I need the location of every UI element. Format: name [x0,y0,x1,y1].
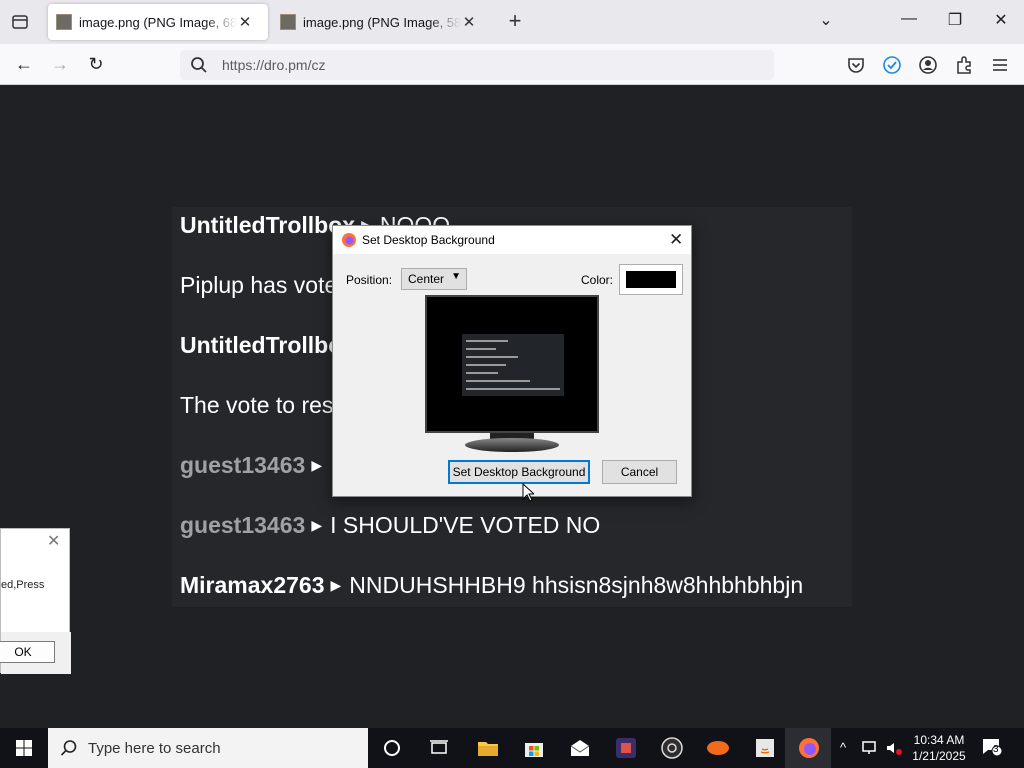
chat-message: UntitledTrollbox [180,332,355,359]
color-label: Color: [581,273,614,287]
tab-title: image.png (PNG Image, 682 × 474 pixels) [79,14,237,30]
taskbar-search[interactable]: Type here to search [48,728,368,768]
volume-muted-icon[interactable] [884,738,904,758]
back-icon[interactable]: ← [12,52,36,76]
file-explorer-icon[interactable] [476,736,500,760]
taskbar: Type here to search ^ 10:34 AM 1/21/2025… [0,728,1024,768]
close-icon[interactable]: ✕ [669,230,683,250]
set-desktop-background-dialog: Set Desktop Background ✕ Position: Cente… [332,225,692,497]
extensions-icon[interactable] [953,54,975,76]
dialog-message: ed,Press [1,579,45,591]
url-bar[interactable] [180,50,774,80]
close-tab-icon[interactable]: ✕ [237,13,253,31]
chat-username: guest13463 [180,452,306,478]
chat-message: guest13463 ▶ I SHOULD'VE VOTED NO [180,512,600,539]
chat-text: I SHOULD'VE VOTED NO [330,512,601,538]
app-icon[interactable] [614,736,638,760]
search-placeholder: Type here to search [88,740,221,757]
check-extension-icon[interactable] [881,54,903,76]
position-label: Position: [346,273,393,287]
ok-button[interactable]: OK [0,641,55,663]
network-icon[interactable] [860,738,880,758]
dialog-footer: OK [0,632,71,674]
tab-list-icon[interactable] [6,10,34,34]
dialog-titlebar: Set Desktop Background ✕ [333,226,691,254]
tab-title: image.png (PNG Image, 583 × 453 pixels) [303,14,461,30]
cancel-button[interactable]: Cancel [602,460,677,484]
chat-username: UntitledTrollbox [180,212,356,238]
task-view-icon[interactable] [427,736,451,760]
arrow-icon: ▶ [330,577,342,593]
set-desktop-background-button[interactable]: Set Desktop Background [448,460,590,484]
pocket-icon[interactable] [845,54,867,76]
restore-icon[interactable]: ❐ [943,10,967,30]
chevron-down-icon[interactable]: ⌄ [814,10,838,30]
system-clock[interactable]: 10:34 AM 1/21/2025 [908,732,970,764]
image-favicon-icon [280,14,296,30]
reload-icon[interactable]: ↻ [84,52,108,76]
tab-strip: image.png (PNG Image, 682 × 474 pixels) … [0,0,1024,44]
microsoft-store-icon[interactable] [522,736,546,760]
clock-time: 10:34 AM [913,733,965,747]
clock-date: 1/21/2025 [912,749,966,763]
monitor-preview [425,295,599,455]
firefox-icon[interactable] [797,736,821,760]
cortana-icon[interactable] [380,736,404,760]
mail-icon[interactable] [568,736,592,760]
chat-message: The vote to res [180,392,333,419]
color-swatch [626,271,676,288]
chat-text: The vote to res [180,392,334,418]
tab-image-2[interactable]: image.png (PNG Image, 583 × 453 pixels) … [272,4,492,40]
preview-screen [425,295,599,433]
tab-image-1[interactable]: image.png (PNG Image, 682 × 474 pixels) … [48,4,268,40]
menu-icon[interactable] [989,54,1011,76]
app-orange-icon[interactable] [706,736,730,760]
url-input[interactable] [222,56,722,74]
chat-text: Piplup has voted [180,272,351,298]
account-icon[interactable] [917,54,939,76]
color-picker-button[interactable] [619,264,683,295]
arrow-icon: ▶ [311,457,323,473]
chat-username: UntitledTrollbox [180,332,356,358]
navigation-toolbar: ← → ↻ [0,44,1024,85]
arrow-icon: ▶ [311,517,323,533]
notification-icon[interactable] [982,738,1002,756]
preview-wallpaper [462,334,564,396]
chevron-down-icon: ▼ [451,271,461,282]
chat-username: guest13463 [180,512,306,538]
minimize-icon[interactable]: — [897,10,921,28]
message-dialog: ✕ ed,Press OK [0,528,71,674]
mouse-cursor-icon [522,483,534,502]
position-select[interactable]: Center ▼ [401,268,467,290]
forward-icon[interactable]: → [48,52,72,76]
chevron-up-icon[interactable]: ^ [840,740,846,755]
chat-message: Piplup has voted [180,272,350,299]
windows-start-icon[interactable] [0,728,48,768]
image-favicon-icon [56,14,72,30]
chat-message: guest13463 ▶ [180,452,330,479]
new-tab-icon[interactable]: + [504,10,526,32]
chat-text: NNDUHSHHBH9 hhsisn8sjnh8w8hhbhbhbjn [349,572,804,598]
close-tab-icon[interactable]: ✕ [461,13,477,31]
java-icon[interactable] [753,736,777,760]
chat-message: Miramax2763 ▶ NNDUHSHHBH9 hhsisn8sjnh8w8hh… [180,572,803,599]
dialog-title: Set Desktop Background [362,233,495,247]
search-icon [60,740,77,756]
notification-count: 3 [993,744,999,755]
monitor-base [465,438,559,452]
search-icon [191,57,207,73]
close-icon[interactable]: ✕ [47,531,60,551]
firefox-icon [342,233,356,247]
chat-username: Miramax2763 [180,572,325,598]
position-value: Center [408,272,445,286]
obs-icon[interactable] [660,736,684,760]
close-window-icon[interactable]: ✕ [989,10,1013,30]
